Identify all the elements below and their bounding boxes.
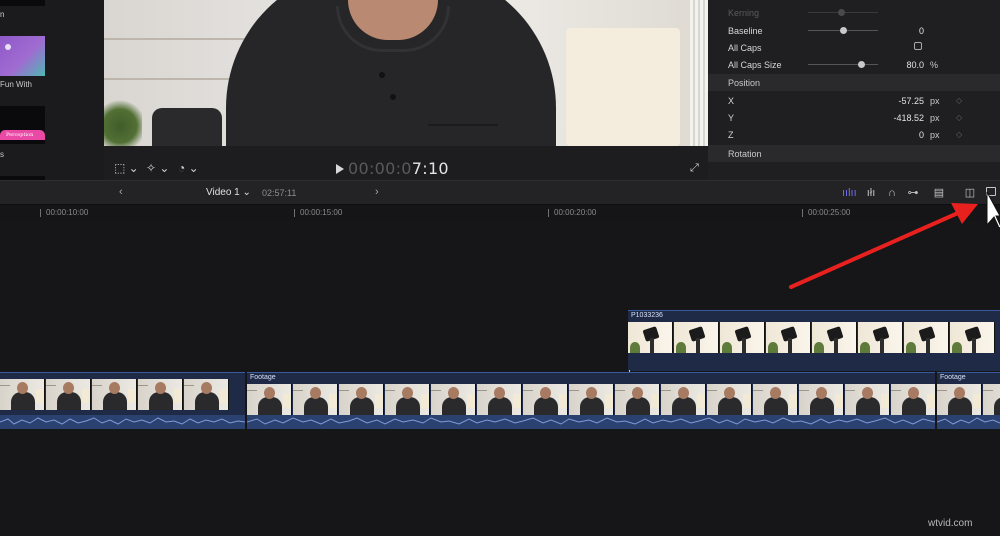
inspector: Kerning Baseline 0 All Caps All Caps Siz… [708, 0, 1000, 180]
inspector-row-x[interactable]: X -57.25 px ◇ [708, 92, 1000, 109]
watermark: wtvid.com [928, 518, 973, 529]
baseline-slider[interactable] [808, 27, 878, 34]
magic-wand-icon[interactable]: ✧ ⌄ [146, 161, 169, 175]
clip-name: Fun With [0, 80, 33, 89]
main-clip[interactable]: Footage [247, 372, 935, 429]
clip-label: Footage [940, 374, 966, 381]
viewer-controls: ⬚ ⌄ ✧ ⌄ ◔ ⌄ 00:00:07:10 ⤢ [104, 156, 708, 180]
media-browser: n Fun With Perception s [0, 0, 104, 180]
inspector-row-y[interactable]: Y -418.52 px ◇ [708, 109, 1000, 126]
audio-waveform [247, 415, 935, 429]
back-icon[interactable]: ‹ [119, 186, 123, 198]
ruler-label: 00:00:20:00 [554, 208, 597, 217]
clip-appearance-icon[interactable]: ▤ [932, 187, 946, 199]
snapping-icon[interactable]: ⊶ [906, 187, 920, 199]
main-clip[interactable] [0, 372, 245, 429]
inspector-section-rotation[interactable]: Rotation [708, 145, 1000, 162]
mouse-cursor-icon [986, 191, 1000, 229]
ruler-label: 00:00:25:00 [808, 208, 851, 217]
play-icon[interactable] [336, 164, 344, 174]
timeline-toolbar: ‹ Video 1 ⌄ 02:57:11 › ıılıı ıłı ∩ ⊶ ▤ ◫ [0, 180, 1000, 205]
speed-icon[interactable]: ◔ ⌄ [178, 161, 199, 175]
transform-icon[interactable]: ⬚ ⌄ [114, 161, 139, 175]
inspector-row-baseline[interactable]: Baseline 0 [708, 22, 1000, 39]
main-clip[interactable]: Footage [937, 372, 1000, 429]
clip-thumbnail[interactable] [0, 0, 45, 6]
inspector-row-all-caps[interactable]: All Caps [708, 39, 1000, 56]
forward-icon[interactable]: › [375, 186, 379, 198]
skimming-icon[interactable]: ıłı [864, 187, 878, 199]
connected-clip[interactable]: P1033236 [628, 310, 1000, 371]
audio-waveform-icon[interactable]: ıılıı [842, 187, 857, 199]
headphones-icon[interactable]: ∩ [885, 187, 899, 199]
keyframe-icon[interactable]: ◇ [956, 96, 962, 105]
timeline-index-icon[interactable]: ◫ [963, 187, 977, 199]
all-caps-checkbox[interactable] [914, 42, 922, 50]
fullscreen-icon[interactable]: ⤢ [690, 162, 699, 175]
keyframe-icon[interactable]: ◇ [956, 130, 962, 139]
clip-label: Footage [250, 374, 276, 381]
clip-name: n [0, 10, 5, 19]
inspector-row-kerning: Kerning [708, 4, 1000, 21]
video-frame[interactable] [104, 0, 708, 146]
clip-thumbnail[interactable] [0, 36, 45, 76]
ruler-label: 00:00:10:00 [46, 208, 89, 217]
clip-thumbnail[interactable]: Perception [0, 106, 45, 144]
viewer: ⬚ ⌄ ✧ ⌄ ◔ ⌄ 00:00:07:10 ⤢ [104, 0, 708, 180]
timeline-ruler[interactable]: 00:00:10:00 00:00:15:00 00:00:20:00 00:0… [0, 205, 1000, 221]
clip-name: s [0, 150, 4, 159]
audio-waveform [937, 415, 1000, 429]
clip-label: P1033236 [631, 312, 663, 319]
all-caps-size-slider[interactable] [808, 61, 878, 68]
inspector-row-all-caps-size[interactable]: All Caps Size 80.0 % [708, 56, 1000, 73]
project-menu[interactable]: Video 1 ⌄ [206, 187, 251, 198]
inspector-section-position[interactable]: Position [708, 74, 1000, 91]
timeline[interactable]: P1033236 Footage Footage [0, 221, 1000, 536]
timecode-display: 00:00:07:10 [348, 159, 449, 178]
project-duration: 02:57:11 [262, 188, 297, 198]
inspector-row-z[interactable]: Z 0 px ◇ [708, 126, 1000, 143]
ruler-label: 00:00:15:00 [300, 208, 343, 217]
audio-waveform [0, 415, 245, 429]
keyframe-icon[interactable]: ◇ [956, 113, 962, 122]
